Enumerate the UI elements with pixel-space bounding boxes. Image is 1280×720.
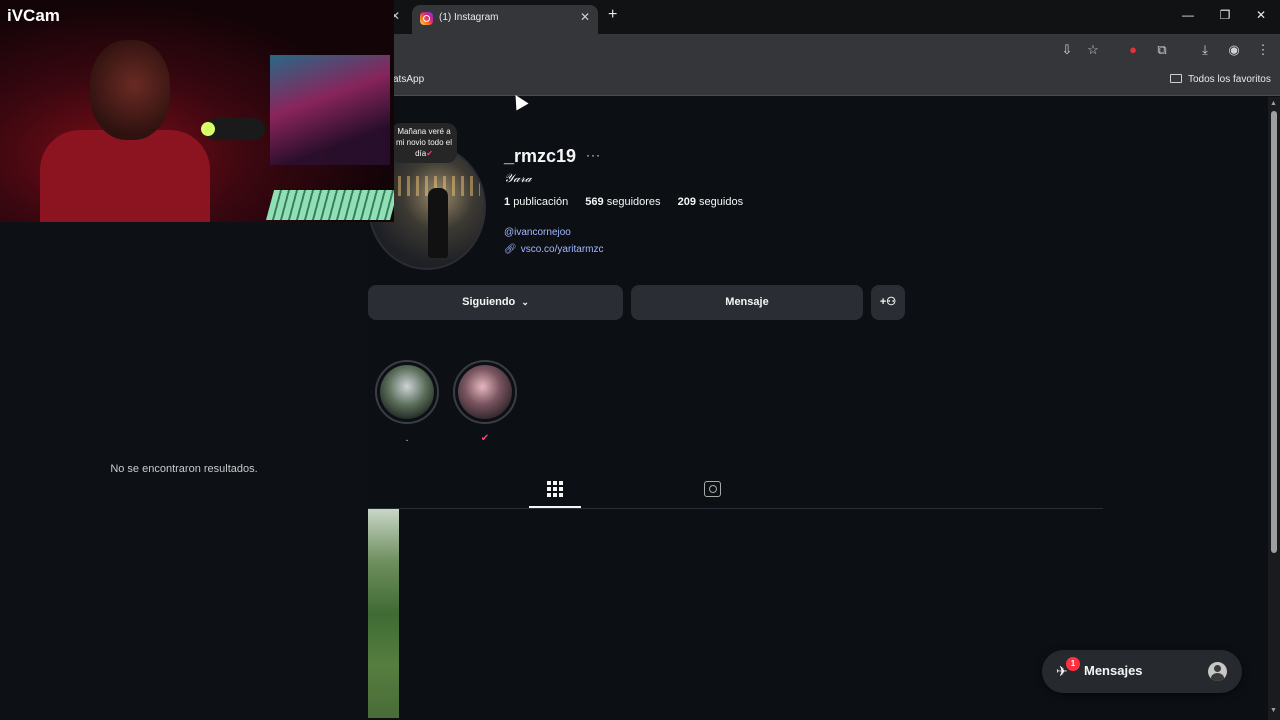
webcam-person-body: [40, 130, 210, 222]
following-stat[interactable]: 209 seguidos: [678, 196, 743, 208]
bio-external-link[interactable]: 🔗︎ vsco.co/yaritarmzc: [504, 244, 604, 255]
close-icon[interactable]: ✕: [580, 10, 590, 24]
chevron-down-icon: ⌄: [521, 297, 529, 307]
story-highlight[interactable]: [375, 360, 439, 424]
install-app-icon[interactable]: ⇩: [1059, 42, 1075, 58]
extension-icon[interactable]: ●: [1125, 42, 1141, 58]
left-search-panel: No se encontraron resultados.: [0, 222, 368, 720]
bio-mention-link[interactable]: @ivancornejoo: [504, 227, 571, 238]
no-results-text: No se encontraron resultados.: [110, 463, 258, 475]
new-tab-button[interactable]: +: [608, 6, 617, 24]
bookmark-star-icon[interactable]: ☆: [1085, 42, 1101, 58]
message-button[interactable]: Mensaje: [631, 285, 863, 320]
browser-tab-instagram[interactable]: (1) Instagram ✕: [412, 5, 598, 35]
check-heart-icon: ✔: [426, 149, 433, 158]
tab-title: (1) Instagram: [439, 12, 499, 23]
profile-note-text: Mañana veré a mi novio todo el día: [395, 127, 453, 158]
folder-icon: [1170, 74, 1182, 83]
instagram-icon: [420, 12, 433, 25]
scroll-thumb[interactable]: [1271, 111, 1277, 553]
bookmarks-folder-label: Todos los favoritos: [1188, 74, 1271, 85]
story-highlight[interactable]: [453, 360, 517, 424]
messages-label: Mensajes: [1084, 663, 1143, 678]
scroll-up-arrow-icon[interactable]: ▲: [1270, 100, 1277, 107]
close-window-button[interactable]: ✕: [1254, 8, 1268, 22]
restore-button[interactable]: ❐: [1218, 8, 1232, 22]
profile-stats: 1 publicación 569 seguidores 209 seguido…: [504, 196, 757, 208]
more-options-icon[interactable]: ···: [586, 148, 601, 162]
messages-drawer-button[interactable]: ✈︎ 1 Mensajes: [1042, 650, 1242, 693]
message-button-label: Mensaje: [725, 296, 769, 308]
unread-badge: 1: [1066, 657, 1080, 671]
profile-full-name: 𝒴𝒶𝓇𝒶: [504, 171, 532, 185]
tabs-divider: [368, 508, 1103, 509]
avatar-photo-figure: [428, 188, 448, 258]
download-icon[interactable]: ⤓: [1197, 42, 1213, 58]
tagged-tab-icon[interactable]: [704, 481, 721, 497]
microphone-icon: [201, 118, 265, 140]
highlight-cover: [458, 365, 512, 419]
active-tab-indicator: [529, 506, 581, 508]
post-thumbnail[interactable]: [368, 509, 399, 718]
profile-username: _rmzc19: [504, 146, 577, 166]
highlight-label: .: [405, 433, 409, 444]
highlight-cover: [380, 365, 434, 419]
posts-stat: 1 publicación: [504, 196, 569, 208]
following-button[interactable]: Siguiendo ⌄: [368, 285, 623, 320]
minimize-button[interactable]: —: [1181, 8, 1195, 22]
scroll-down-arrow-icon[interactable]: ▼: [1270, 707, 1277, 714]
page-scrollbar[interactable]: ▲ ▼: [1268, 97, 1280, 720]
webcam-pc-lights: [270, 55, 390, 165]
following-button-label: Siguiendo: [462, 296, 516, 308]
followers-stat[interactable]: 569 seguidores: [585, 196, 660, 208]
link-icon: 🔗︎: [504, 244, 517, 255]
bookmarks-folder[interactable]: Todos los favoritos: [1170, 74, 1271, 85]
extensions-puzzle-icon[interactable]: ⧉: [1154, 42, 1170, 58]
posts-grid-tab-icon[interactable]: [547, 481, 563, 497]
add-user-icon: +⚇: [879, 296, 897, 308]
webcam-overlay: iVCam: [0, 0, 394, 222]
bio-link-text: vsco.co/yaritarmzc: [520, 244, 604, 255]
webcam-label: iVCam: [7, 6, 60, 25]
profile-note[interactable]: Mañana veré a mi novio todo el día✔: [391, 123, 457, 163]
suggested-users-button[interactable]: +⚇: [871, 285, 905, 320]
webcam-keyboard: [265, 190, 394, 220]
webcam-person-face: [90, 40, 170, 140]
avatar: [1208, 662, 1227, 681]
menu-kebab-icon[interactable]: ⋮: [1255, 42, 1271, 58]
profile-avatar-icon[interactable]: ◉: [1226, 42, 1242, 58]
bookmark-whatsapp[interactable]: atsApp: [393, 74, 424, 85]
highlight-label: ✔: [480, 433, 490, 444]
